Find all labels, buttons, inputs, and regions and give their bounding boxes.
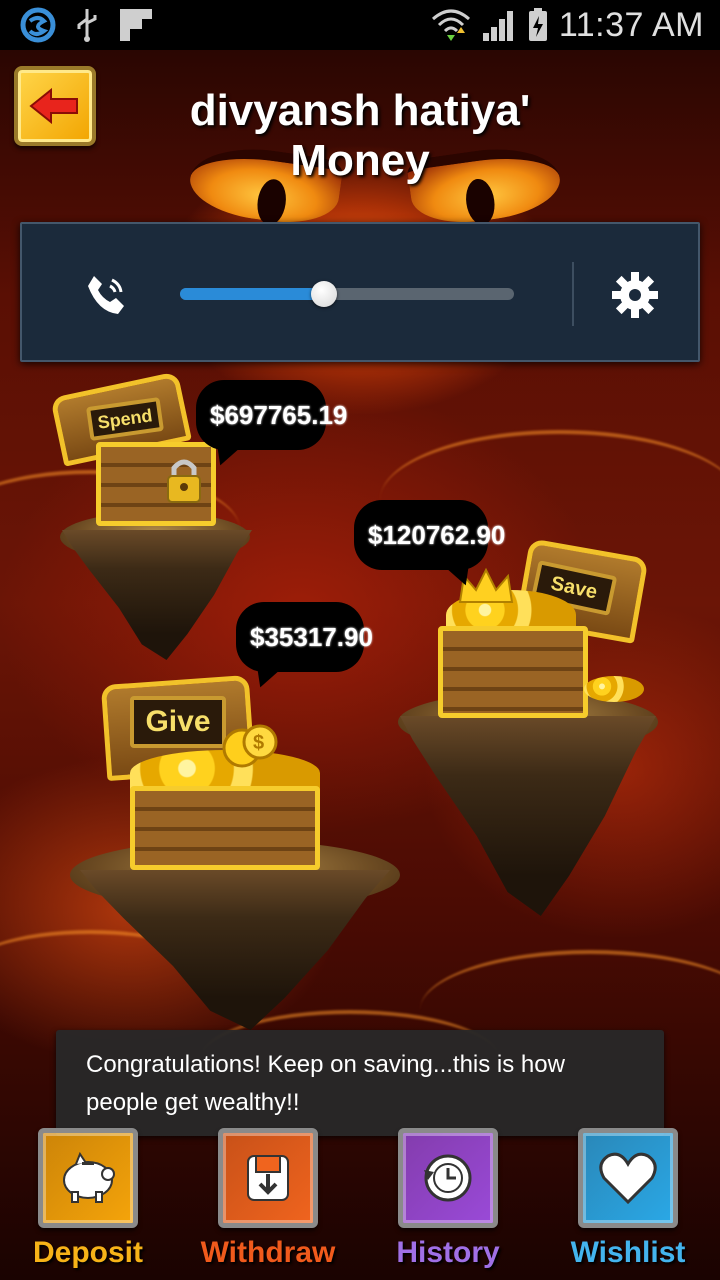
- volume-slider-thumb[interactable]: [310, 281, 337, 307]
- piggy-bank-icon: [63, 1152, 115, 1203]
- history-clock-icon: [424, 1154, 472, 1202]
- history-button[interactable]: History: [388, 1128, 508, 1280]
- toast-message: Congratulations! Keep on saving...this i…: [56, 1030, 664, 1136]
- back-arrow-icon: [29, 88, 78, 124]
- clock: 11:37 AM: [558, 5, 704, 44]
- give-chest[interactable]: Give $: [100, 660, 330, 870]
- status-bar: 11:37 AM: [0, 0, 720, 50]
- phone-volume-icon[interactable]: [84, 272, 130, 318]
- wishlist-button[interactable]: Wishlist: [568, 1128, 688, 1280]
- withdraw-tile[interactable]: [218, 1128, 318, 1228]
- withdraw-box-icon: [247, 1155, 289, 1201]
- usb-icon: [77, 9, 97, 42]
- deposit-button[interactable]: Deposit: [28, 1128, 148, 1280]
- wishlist-label: Wishlist: [570, 1236, 686, 1269]
- padlock-icon: [167, 459, 201, 503]
- flipboard-icon: [120, 9, 152, 41]
- deposit-label: Deposit: [32, 1236, 143, 1269]
- svg-text:$: $: [253, 732, 264, 754]
- signal-icon: [482, 11, 513, 41]
- give-sign: Give: [130, 696, 226, 748]
- page-title: divyansh hatiya' Money: [189, 86, 531, 185]
- history-tile[interactable]: [398, 1128, 498, 1228]
- panel-divider: [572, 262, 574, 326]
- history-label: History: [396, 1236, 500, 1269]
- volume-slider[interactable]: [180, 281, 514, 307]
- deposit-tile[interactable]: [38, 1128, 138, 1228]
- spend-chest[interactable]: Spend: [50, 371, 216, 532]
- give-amount-balloon: $35317.90: [236, 602, 373, 672]
- gear-icon[interactable]: [610, 270, 660, 320]
- save-amount-balloon: $120762.90: [354, 500, 505, 570]
- skype-icon: [20, 7, 56, 43]
- volume-slider-fill: [180, 288, 324, 300]
- withdraw-button[interactable]: Withdraw: [201, 1128, 335, 1280]
- back-button[interactable]: [14, 66, 96, 146]
- wishlist-tile[interactable]: [578, 1128, 678, 1228]
- spend-amount-balloon: $697765.19: [196, 380, 347, 450]
- battery-charging-icon: [528, 8, 547, 41]
- wifi-icon: [431, 9, 470, 41]
- heart-icon: [599, 1152, 657, 1204]
- coins-icon: $: [222, 724, 278, 768]
- volume-panel: [20, 222, 700, 362]
- withdraw-label: Withdraw: [200, 1236, 336, 1269]
